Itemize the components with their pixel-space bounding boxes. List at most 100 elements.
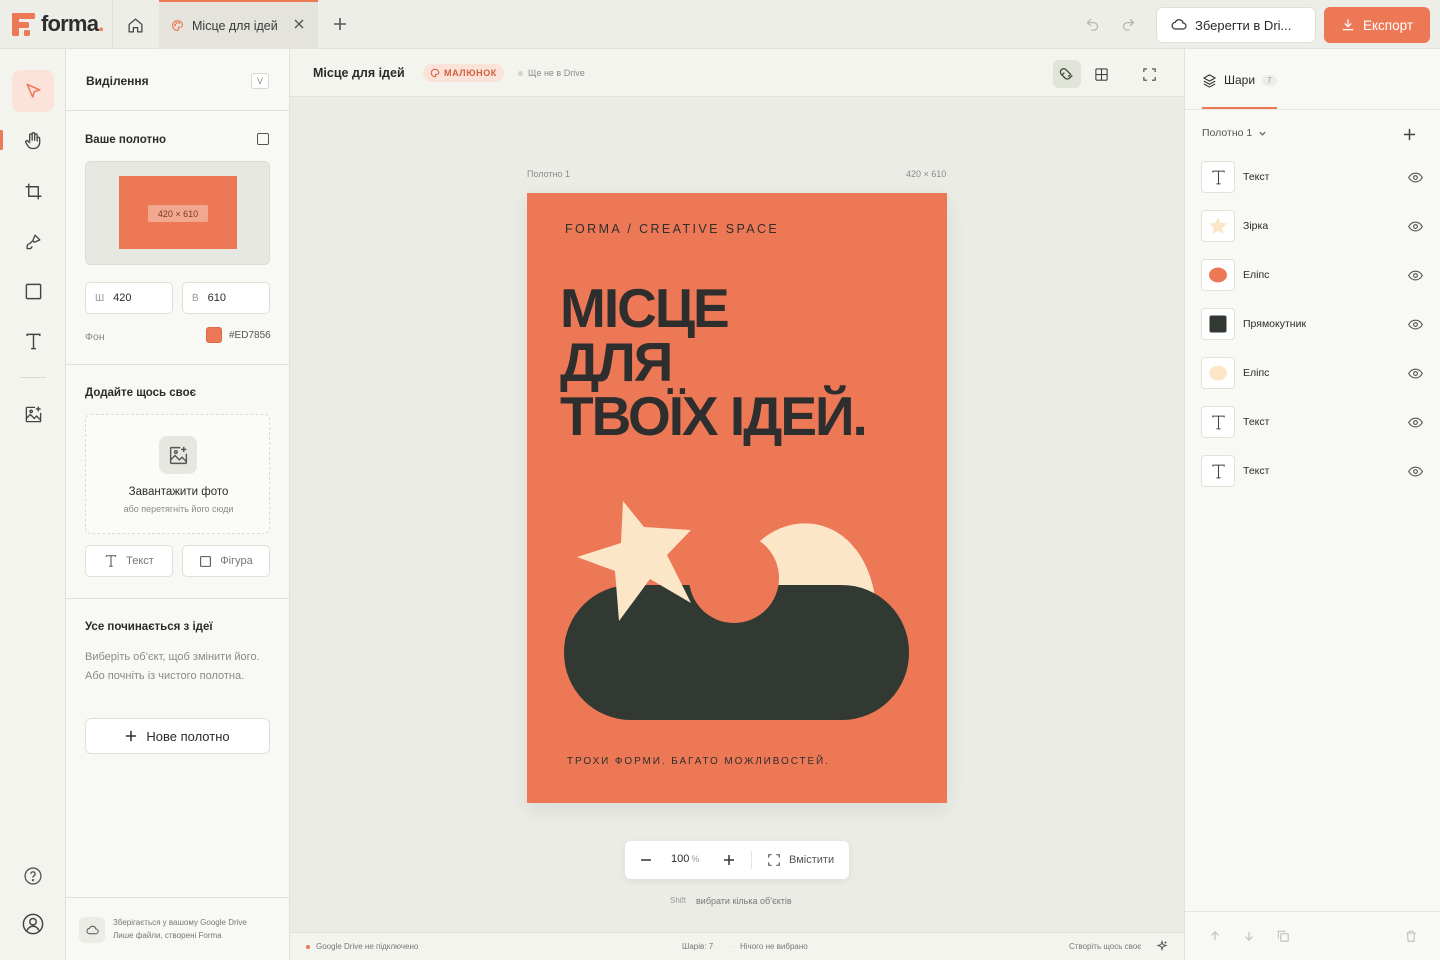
redo-button[interactable] bbox=[1118, 14, 1138, 34]
empty-state-description: Виберіть об’єкт, щоб змінити його. Або п… bbox=[85, 651, 260, 682]
drive-note-text: Зберігається у вашому Google Drive Лише … bbox=[113, 916, 247, 942]
cloud-icon-wrap bbox=[79, 917, 105, 943]
layer-visibility-toggle[interactable] bbox=[1406, 267, 1424, 283]
poster-eyebrow-text[interactable]: FORMA / CREATIVE SPACE bbox=[565, 222, 779, 236]
rectangle-icon bbox=[1209, 315, 1227, 333]
app-logo[interactable]: forma. bbox=[12, 11, 104, 36]
grid-toggle-button[interactable] bbox=[1087, 60, 1115, 88]
fullscreen-button[interactable] bbox=[1135, 60, 1163, 88]
status-dot bbox=[518, 70, 523, 76]
layer-row[interactable]: Текст bbox=[1201, 455, 1431, 489]
tool-crop[interactable] bbox=[12, 170, 54, 212]
tool-hand[interactable] bbox=[12, 120, 54, 162]
eye-icon bbox=[1407, 221, 1423, 231]
upload-subtitle: або перетягніть його сюди bbox=[123, 504, 234, 514]
eye-icon bbox=[1407, 466, 1423, 476]
star-icon bbox=[1208, 216, 1228, 235]
fit-to-screen-button[interactable]: Вмістити bbox=[767, 847, 834, 873]
eye-icon bbox=[1407, 172, 1423, 182]
canvas-select-dropdown[interactable]: Полотно 1 bbox=[1202, 127, 1267, 139]
canvas-area[interactable]: Місце для ідей МАЛЮНОК Ще не в Drive Пол… bbox=[290, 49, 1184, 960]
hint-text: вибрати кілька об’єктів bbox=[696, 896, 792, 906]
zoom-in-button[interactable] bbox=[716, 847, 742, 873]
height-field[interactable]: В 610 bbox=[182, 282, 270, 314]
tool-select[interactable] bbox=[12, 70, 54, 112]
close-tab-button[interactable] bbox=[292, 17, 306, 31]
plus-icon bbox=[1403, 128, 1415, 140]
drive-storage-note: Зберігається у вашому Google Drive Лише … bbox=[79, 911, 279, 949]
background-color-swatch[interactable] bbox=[206, 327, 222, 343]
layer-visibility-toggle[interactable] bbox=[1406, 169, 1424, 185]
save-to-drive-button[interactable]: Зберегти в Dri... bbox=[1156, 7, 1316, 43]
add-layer-button[interactable] bbox=[1399, 124, 1419, 144]
delete-layer-button[interactable] bbox=[1401, 926, 1421, 946]
add-shape-button[interactable]: Фігура bbox=[182, 545, 270, 577]
new-tab-button[interactable] bbox=[330, 14, 350, 34]
tool-add-image[interactable] bbox=[12, 393, 54, 435]
help-icon bbox=[24, 867, 42, 885]
width-field[interactable]: Ш 420 bbox=[85, 282, 173, 314]
undo-button[interactable] bbox=[1082, 14, 1102, 34]
tool-brush[interactable] bbox=[12, 220, 54, 262]
duplicate-layer-button[interactable] bbox=[1273, 926, 1293, 946]
layer-row[interactable]: Текст bbox=[1201, 406, 1431, 440]
layer-thumbnail bbox=[1201, 357, 1235, 389]
empty-state-title: Усе починається з ідеї bbox=[85, 621, 213, 633]
text-icon bbox=[1211, 464, 1225, 478]
export-button[interactable]: Експорт bbox=[1324, 7, 1430, 43]
divider bbox=[751, 851, 752, 869]
layer-row[interactable]: Еліпс bbox=[1201, 357, 1431, 391]
snap-toggle-button[interactable] bbox=[1053, 60, 1081, 88]
divider bbox=[1185, 911, 1440, 912]
user-icon bbox=[22, 913, 44, 935]
canvas-preview[interactable]: 420 × 610 bbox=[85, 161, 270, 265]
ellipse-icon bbox=[1209, 267, 1227, 283]
copy-icon bbox=[1277, 930, 1289, 942]
fit-icon bbox=[768, 854, 780, 866]
tab-document[interactable]: Місце для ідей bbox=[159, 0, 318, 49]
layer-row[interactable]: Еліпс bbox=[1201, 259, 1431, 293]
profile-button[interactable] bbox=[19, 910, 47, 938]
tab-layers[interactable]: Шари 7 bbox=[1202, 71, 1277, 89]
layer-name: Текст bbox=[1243, 465, 1270, 477]
save-to-drive-label: Зберегти в Dri... bbox=[1195, 17, 1292, 33]
home-button[interactable] bbox=[122, 12, 148, 38]
layer-row[interactable]: Зірка bbox=[1201, 210, 1431, 244]
background-hex[interactable]: #ED7856 bbox=[229, 330, 271, 341]
upload-dropzone[interactable]: Завантажити фото або перетягніть його сю… bbox=[85, 414, 270, 534]
help-button[interactable] bbox=[19, 862, 47, 890]
layers-panel: Шари 7 Полотно 1 Текст Зірка Еліпс Прямокут… bbox=[1184, 49, 1440, 960]
layer-thumbnail bbox=[1201, 308, 1235, 340]
square-icon bbox=[25, 283, 41, 299]
text-icon bbox=[25, 333, 41, 349]
zoom-level[interactable]: 100% bbox=[671, 853, 699, 865]
layer-visibility-toggle[interactable] bbox=[1406, 316, 1424, 332]
poster-headline-text[interactable]: МІСЦЕ ДЛЯ ТВОЇХ ІДЕЙ. bbox=[560, 281, 868, 444]
eye-icon bbox=[1407, 368, 1423, 378]
keyboard-hint: Shift вибрати кілька об’єктів bbox=[670, 896, 792, 906]
tool-shape[interactable] bbox=[12, 270, 54, 312]
add-text-button[interactable]: Текст bbox=[85, 545, 173, 577]
layer-name: Зірка bbox=[1243, 220, 1269, 232]
layer-row[interactable]: Прямокутник bbox=[1201, 308, 1431, 342]
tab-label: Місце для ідей bbox=[192, 18, 278, 33]
add-shape-label: Фігура bbox=[220, 555, 253, 567]
layer-visibility-toggle[interactable] bbox=[1406, 463, 1424, 479]
cloud-icon bbox=[1171, 19, 1187, 30]
artboard[interactable]: FORMA / CREATIVE SPACE МІСЦЕ ДЛЯ ТВОЇХ І… bbox=[527, 193, 947, 803]
layer-visibility-toggle[interactable] bbox=[1406, 218, 1424, 234]
layer-visibility-toggle[interactable] bbox=[1406, 414, 1424, 430]
width-value: 420 bbox=[113, 292, 132, 304]
layer-visibility-toggle[interactable] bbox=[1406, 365, 1424, 381]
poster-footer-text[interactable]: ТРОХИ ФОРМИ. БАГАТО МОЖЛИВОСТЕЙ. bbox=[567, 756, 830, 767]
close-icon bbox=[294, 19, 304, 29]
move-layer-up-button[interactable] bbox=[1205, 926, 1225, 946]
plus-icon bbox=[334, 18, 346, 30]
move-layer-down-button[interactable] bbox=[1239, 926, 1259, 946]
canvas-checkbox[interactable] bbox=[257, 133, 269, 145]
new-canvas-button[interactable]: Нове полотно bbox=[85, 718, 270, 754]
zoom-out-button[interactable] bbox=[633, 847, 659, 873]
layer-row[interactable]: Текст bbox=[1201, 161, 1431, 195]
tool-text[interactable] bbox=[12, 320, 54, 362]
document-title[interactable]: Місце для ідей bbox=[313, 66, 405, 80]
